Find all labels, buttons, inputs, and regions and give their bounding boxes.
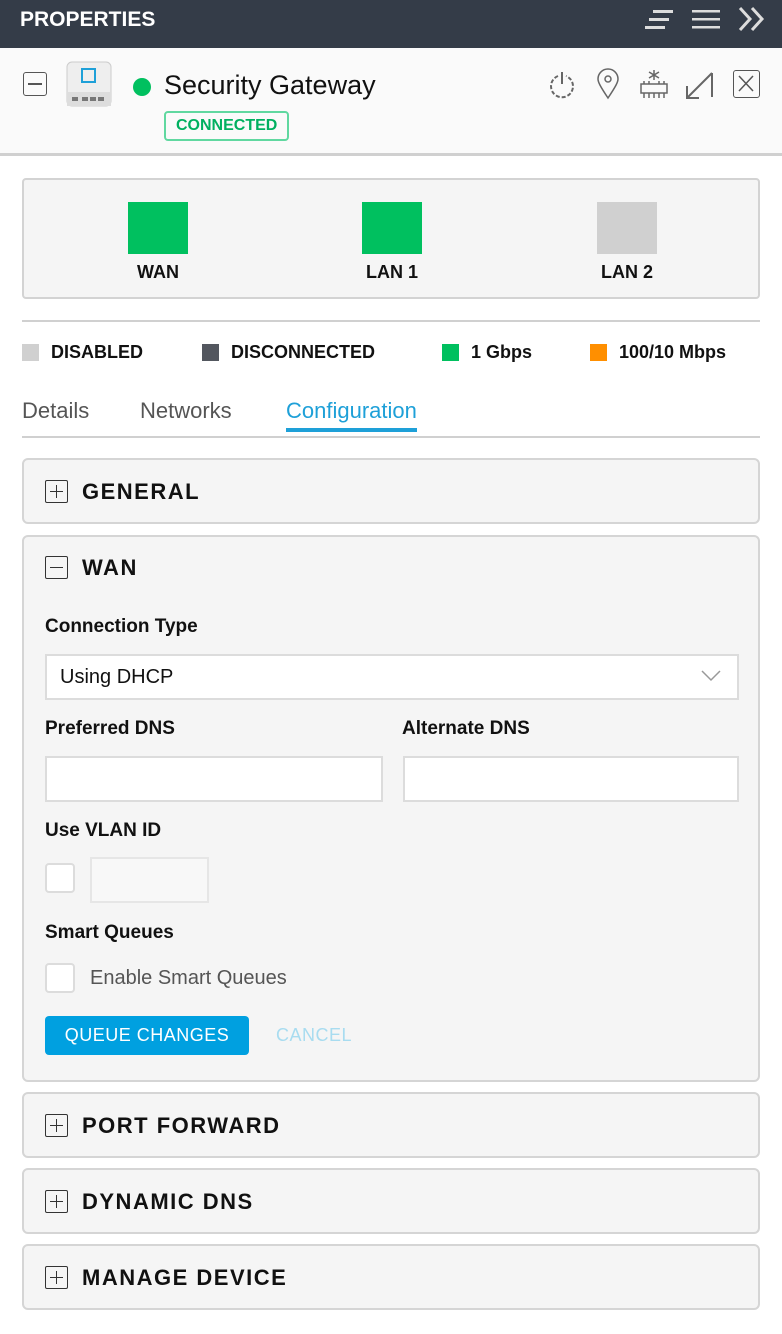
menu-icon[interactable] [692,8,720,32]
section-title: WAN [82,555,138,580]
port-label: WAN [137,262,179,282]
section-title: PORT FORWARD [82,1113,281,1138]
legend-100-10mbps: 100/10 Mbps [590,342,726,363]
port-status-square [128,202,188,254]
expand-icon[interactable] [685,70,715,100]
section-wan: WAN Connection Type Using DHCP Preferred… [22,535,760,1082]
connection-type-select[interactable]: Using DHCP [45,654,739,700]
expand-icon[interactable] [45,1190,68,1213]
port-label: LAN 2 [600,262,653,282]
vlan-label: Use VLAN ID [45,820,162,841]
preferred-dns-input[interactable] [45,756,383,802]
vlan-checkbox[interactable] [45,863,75,893]
port-diagram: WAN LAN 1 LAN 2 [22,178,760,299]
expand-icon[interactable] [45,480,68,503]
locate-icon[interactable] [596,68,620,100]
section-title: MANAGE DEVICE [82,1265,288,1290]
queue-changes-button[interactable]: QUEUE CHANGES [45,1016,249,1055]
header-title: PROPERTIES [20,8,156,31]
cancel-button[interactable]: CANCEL [276,1025,352,1046]
vlan-id-input[interactable] [90,857,209,903]
section-dynamic-dns[interactable]: DYNAMIC DNS [22,1168,760,1234]
gateway-device-icon [66,61,112,107]
expand-icon[interactable] [45,1114,68,1137]
port-lan2[interactable]: LAN 2 [587,202,667,283]
tabs-divider [22,436,760,438]
collapse-icon[interactable] [738,6,768,32]
section-port-forward[interactable]: PORT FORWARD [22,1092,760,1158]
legend-disconnected: DISCONNECTED [202,342,375,363]
section-title: DYNAMIC DNS [82,1189,254,1214]
section-manage-device[interactable]: MANAGE DEVICE [22,1244,760,1310]
expand-icon[interactable] [45,1266,68,1289]
restart-icon[interactable] [548,70,576,100]
status-badge: CONNECTED [164,111,290,141]
close-icon[interactable] [733,70,760,98]
status-dot [133,78,151,96]
section-title: GENERAL [82,479,201,504]
alternate-dns-label: Alternate DNS [402,718,530,739]
port-lan1[interactable]: LAN 1 [352,202,432,283]
tab-details[interactable]: Details [22,398,89,424]
upgrade-icon[interactable] [638,68,670,100]
smart-queues-checkbox[interactable] [45,963,75,993]
collapse-icon[interactable] [45,556,68,579]
device-bar: Security Gateway CONNECTED [0,48,782,156]
properties-header: PROPERTIES [0,0,782,48]
collapse-device-button[interactable] [23,72,47,96]
port-wan[interactable]: WAN [118,202,198,283]
port-label: LAN 1 [365,262,418,282]
port-status-square [597,202,657,254]
alternate-dns-input[interactable] [403,756,739,802]
section-general[interactable]: GENERAL [22,458,760,524]
port-status-square [362,202,422,254]
legend-1gbps: 1 Gbps [442,342,532,363]
connection-type-label: Connection Type [45,616,198,637]
sort-icon[interactable] [645,8,675,32]
smart-queues-option-label[interactable]: Enable Smart Queues [90,967,287,990]
divider [22,320,760,322]
legend-disabled: DISABLED [22,342,143,363]
smart-queues-label: Smart Queues [45,922,174,943]
chevron-down-icon [701,670,721,682]
preferred-dns-label: Preferred DNS [45,718,175,739]
device-name: Security Gateway [164,70,376,100]
tab-networks[interactable]: Networks [140,398,232,424]
tab-configuration[interactable]: Configuration [286,398,417,432]
